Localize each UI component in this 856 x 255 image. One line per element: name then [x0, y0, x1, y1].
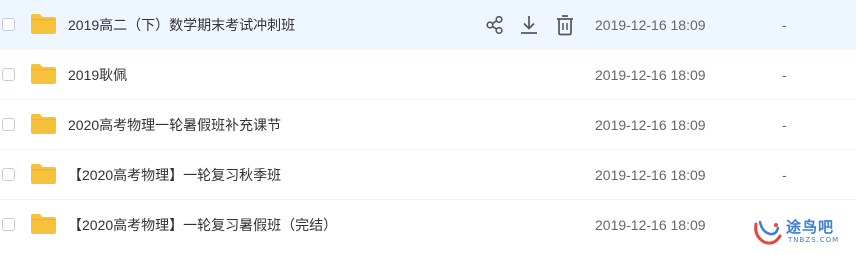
folder-icon	[31, 214, 56, 234]
file-name[interactable]: 2019耿佩	[68, 66, 127, 84]
file-size: -	[782, 17, 787, 33]
row-checkbox[interactable]	[2, 118, 15, 131]
file-name[interactable]: 2019高二（下）数学期末考试冲刺班	[68, 16, 295, 34]
watermark-bird-icon	[754, 220, 782, 245]
file-name[interactable]: 2020高考物理一轮暑假班补充课节	[68, 116, 281, 134]
file-size: -	[782, 117, 787, 133]
row-checkbox[interactable]	[2, 168, 15, 181]
trash-icon[interactable]	[554, 14, 576, 36]
folder-icon	[31, 64, 56, 84]
folder-icon	[31, 114, 56, 134]
folder-icon	[31, 164, 56, 184]
file-row[interactable]: 2019耿佩 2019-12-16 18:09 -	[0, 50, 856, 100]
row-checkbox[interactable]	[2, 68, 15, 81]
modified-date: 2019-12-16 18:09	[595, 17, 706, 33]
modified-date: 2019-12-16 18:09	[595, 167, 706, 183]
modified-date: 2019-12-16 18:09	[595, 117, 706, 133]
row-checkbox[interactable]	[2, 218, 15, 231]
file-size: -	[782, 167, 787, 183]
share-icon[interactable]	[484, 14, 506, 36]
modified-date: 2019-12-16 18:09	[595, 67, 706, 83]
row-checkbox[interactable]	[2, 18, 15, 31]
watermark-subtext: TNBZS.COM	[788, 236, 840, 244]
folder-icon	[31, 14, 56, 34]
download-icon[interactable]	[518, 14, 540, 36]
modified-date: 2019-12-16 18:09	[595, 217, 706, 233]
file-list: 2019高二（下）数学期末考试冲刺班 2019-12-16 18:09 - 20…	[0, 0, 856, 255]
file-row[interactable]: 2019高二（下）数学期末考试冲刺班 2019-12-16 18:09 -	[0, 0, 856, 50]
file-row[interactable]: 【2020高考物理】一轮复习秋季班 2019-12-16 18:09 -	[0, 150, 856, 200]
file-size: -	[782, 67, 787, 83]
file-row[interactable]: 2020高考物理一轮暑假班补充课节 2019-12-16 18:09 -	[0, 100, 856, 150]
row-actions	[484, 14, 576, 36]
watermark-logo: 途鸟吧 TNBZS.COM	[752, 214, 850, 250]
watermark-text: 途鸟吧	[786, 218, 835, 236]
file-row[interactable]: 【2020高考物理】一轮复习暑假班（完结） 2019-12-16 18:09	[0, 200, 856, 250]
file-name[interactable]: 【2020高考物理】一轮复习秋季班	[68, 166, 281, 184]
file-name[interactable]: 【2020高考物理】一轮复习暑假班（完结）	[68, 216, 337, 234]
